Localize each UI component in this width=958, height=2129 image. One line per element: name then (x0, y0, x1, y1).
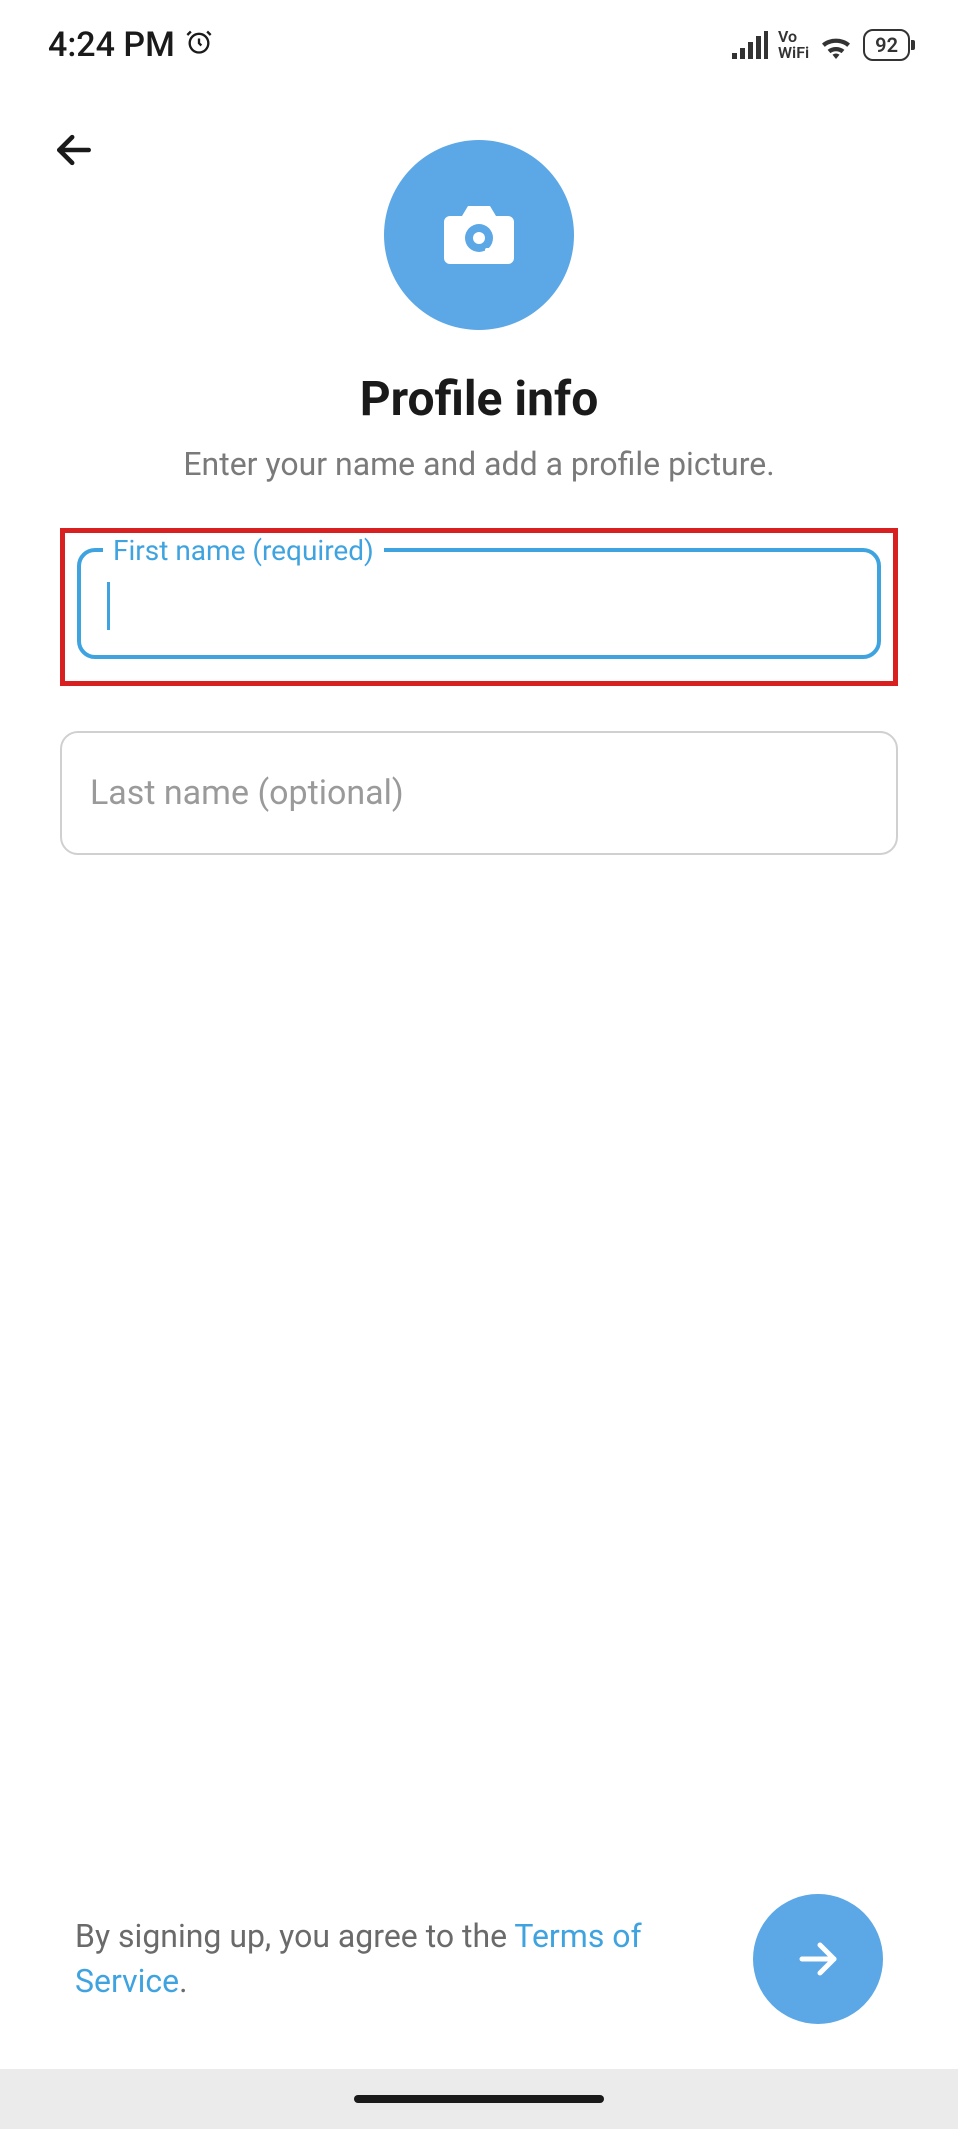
add-photo-button[interactable] (384, 140, 574, 330)
footer-period: . (179, 1962, 187, 2000)
first-name-field[interactable]: First name (required) (77, 548, 881, 659)
last-name-field[interactable]: Last name (optional) (60, 731, 898, 855)
system-nav-bar (0, 2069, 958, 2129)
status-time: 4:24 PM (48, 25, 175, 65)
camera-add-icon (440, 200, 518, 270)
text-cursor (107, 582, 110, 630)
first-name-highlight: First name (required) (60, 528, 898, 686)
status-bar: 4:24 PM Vo WiFi (0, 0, 958, 80)
arrow-left-icon (52, 128, 96, 172)
footer-agree-prefix: By signing up, you agree to the (75, 1917, 514, 1955)
avatar-section: Profile info Enter your name and add a p… (0, 140, 958, 483)
wifi-icon (819, 31, 853, 59)
vowifi-indicator: Vo WiFi (778, 29, 809, 61)
footer: By signing up, you agree to the Terms of… (0, 1894, 958, 2024)
battery-level: 92 (875, 33, 898, 57)
status-right-group: Vo WiFi 92 (732, 29, 910, 61)
page-subtitle: Enter your name and add a profile pictur… (183, 445, 774, 483)
alarm-icon (185, 25, 213, 65)
next-button[interactable] (753, 1894, 883, 2024)
page-title: Profile info (360, 370, 599, 427)
home-indicator[interactable] (354, 2095, 604, 2103)
battery-indicator: 92 (863, 29, 910, 61)
arrow-right-icon (794, 1935, 842, 1983)
signal-icon (732, 31, 768, 59)
last-name-placeholder: Last name (optional) (90, 773, 404, 813)
form-section: First name (required) Last name (optiona… (0, 528, 958, 855)
footer-text: By signing up, you agree to the Terms of… (75, 1914, 753, 2004)
back-button[interactable] (44, 120, 104, 180)
vowifi-bottom: WiFi (778, 45, 809, 61)
status-time-group: 4:24 PM (48, 25, 213, 65)
first-name-label: First name (required) (103, 534, 384, 567)
